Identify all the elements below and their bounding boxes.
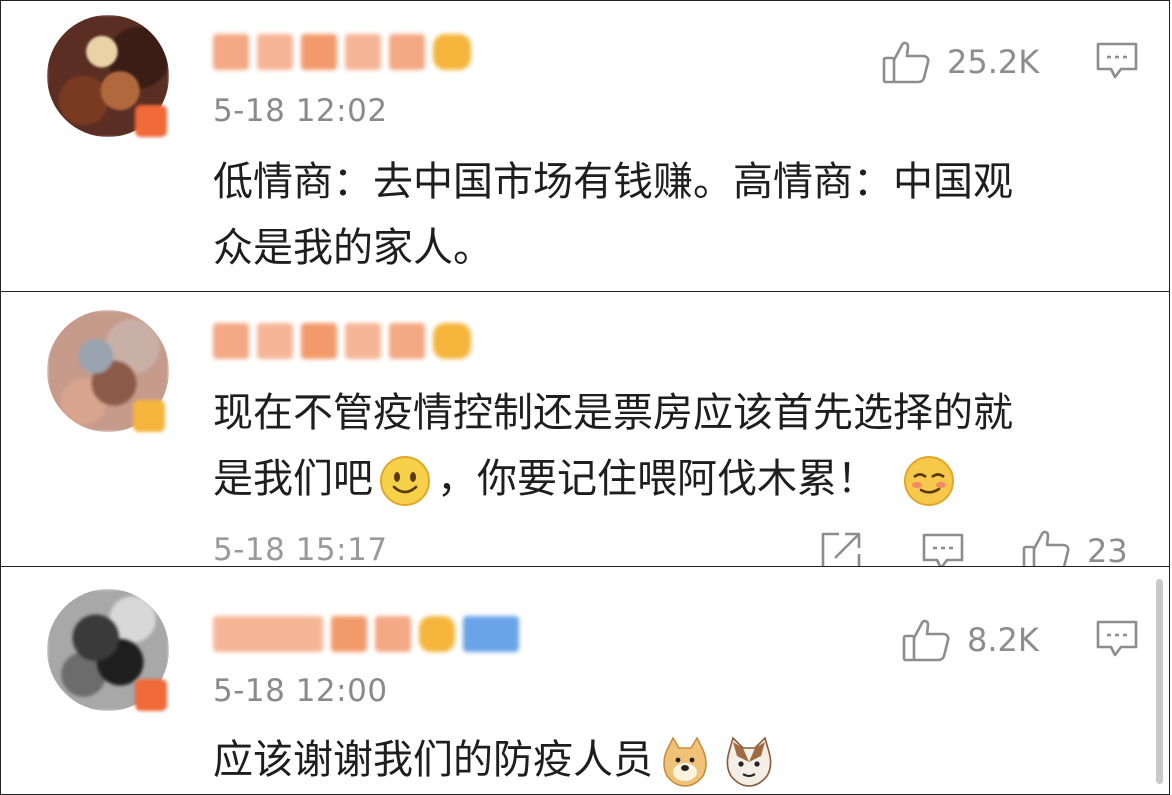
comment-text-line: 现在不管疫情控制还是票房应该首先选择的就 <box>213 390 1013 436</box>
cat-emoji-icon <box>723 736 775 788</box>
comment-time: 5-18 12:02 <box>213 93 388 129</box>
comment-text: 应该谢谢我们的防疫人员 <box>213 727 781 793</box>
username-blurred[interactable] <box>213 320 471 362</box>
doge-emoji-icon <box>659 736 711 788</box>
comment-text: 现在不管疫情控制还是票房应该首先选择的就 是我们吧 ，你要记住喂阿伐木累！ <box>213 380 1013 512</box>
like-count: 25.2K <box>947 43 1040 81</box>
scrollbar[interactable] <box>1156 579 1163 784</box>
share-button[interactable] <box>819 530 863 566</box>
smile-emoji-icon <box>379 455 431 507</box>
comment-bubble-icon <box>1095 41 1139 81</box>
comment-text-segment: 应该谢谢我们的防疫人员 <box>213 737 653 783</box>
comment-card: 5-18 12:00 应该谢谢我们的防疫人员 8.2K <box>0 566 1170 795</box>
smirk-emoji-icon <box>903 455 955 507</box>
thumbs-up-icon <box>881 39 931 85</box>
share-icon <box>819 530 863 566</box>
username-blurred[interactable] <box>213 613 519 655</box>
comment-text: 低情商：去中国市场有钱赚。高情商：中国观 众是我的家人。 <box>213 149 1013 281</box>
verified-badge <box>133 400 165 432</box>
verified-badge <box>135 105 167 137</box>
reply-button[interactable] <box>1095 41 1139 81</box>
comment-bubble-icon <box>1095 619 1139 659</box>
comment-text-line: 众是我的家人。 <box>213 225 493 271</box>
username-blurred[interactable] <box>213 31 471 73</box>
comment-text-line: 低情商：去中国市场有钱赚。高情商：中国观 <box>213 159 1013 205</box>
comment-text-segment: 是我们吧 <box>213 456 373 502</box>
thumbs-up-icon <box>901 617 951 663</box>
comment-time: 5-18 12:00 <box>213 673 388 709</box>
comment-text-segment: ，你要记住喂阿伐木累！ <box>437 456 877 502</box>
comment-text-line: 是我们吧 ，你要记住喂阿伐木累！ <box>213 446 1013 512</box>
verified-badge <box>135 679 167 711</box>
thumbs-up-icon <box>1021 528 1071 566</box>
reply-button[interactable] <box>1095 619 1139 659</box>
like-action[interactable]: 25.2K <box>881 39 1039 85</box>
reply-button[interactable] <box>921 532 965 566</box>
like-action[interactable]: 23 <box>1021 528 1128 567</box>
like-action[interactable]: 8.2K <box>901 617 1039 663</box>
comment-bubble-icon <box>921 532 965 566</box>
comment-time: 5-18 15:17 <box>213 532 388 567</box>
like-count: 23 <box>1087 532 1128 567</box>
comment-card: 5-18 12:02 低情商：去中国市场有钱赚。高情商：中国观 众是我的家人。 … <box>0 0 1170 292</box>
like-count: 8.2K <box>967 621 1039 659</box>
comment-text-line: 应该谢谢我们的防疫人员 <box>213 727 781 793</box>
comment-card: 现在不管疫情控制还是票房应该首先选择的就 是我们吧 ，你要记住喂阿伐木累！ 5-… <box>0 291 1170 567</box>
